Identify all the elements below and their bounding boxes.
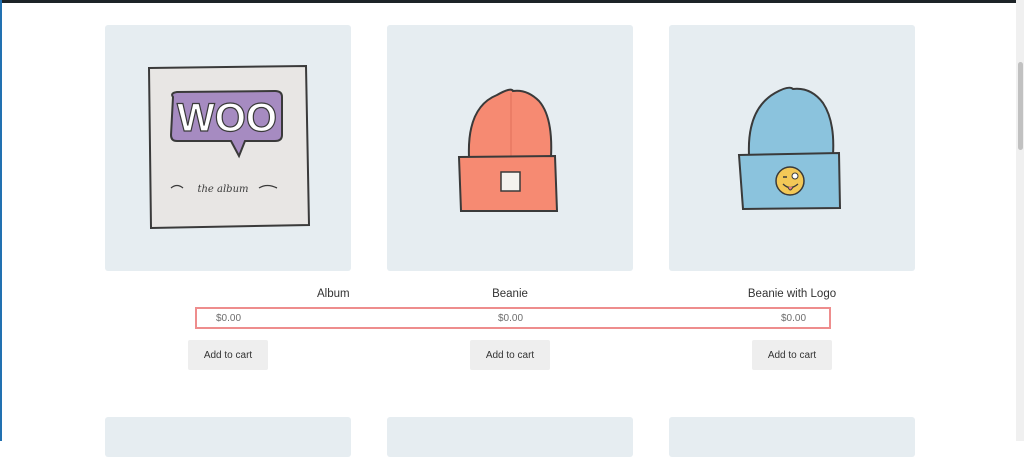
product-image-beanie[interactable]	[387, 25, 633, 271]
product-card-beanie-with-logo[interactable]	[669, 25, 915, 271]
album-illustration: WOO the album	[147, 64, 311, 230]
product-card-album[interactable]: WOO the album	[105, 25, 351, 271]
product-image-next-2[interactable]	[387, 417, 633, 457]
beanie-illustration	[457, 88, 559, 212]
album-subtitle-text: the album	[197, 184, 248, 195]
product-price-beanie: $0.00	[498, 313, 524, 324]
add-to-cart-button-beanie-with-logo[interactable]: Add to cart	[752, 340, 832, 370]
scrollbar[interactable]	[1016, 0, 1024, 441]
smiley-logo-icon	[775, 166, 805, 196]
product-price-album: $0.00	[216, 313, 242, 324]
product-title-album[interactable]: Album	[105, 288, 351, 300]
blue-beanie-illustration	[737, 86, 842, 211]
product-image-next-3[interactable]	[669, 417, 915, 457]
product-title-beanie-with-logo[interactable]: Beanie with Logo	[669, 288, 915, 300]
add-to-cart-button-album[interactable]: Add to cart	[188, 340, 268, 370]
product-card-beanie[interactable]	[387, 25, 633, 271]
product-image-next-1[interactable]	[105, 417, 351, 457]
product-price-beanie-with-logo: $0.00	[781, 313, 807, 324]
product-title-beanie[interactable]: Beanie	[387, 288, 633, 300]
scrollbar-thumb[interactable]	[1018, 62, 1023, 150]
album-brand-text: WOO	[177, 96, 277, 140]
add-to-cart-button-beanie[interactable]: Add to cart	[470, 340, 550, 370]
product-image-beanie-with-logo[interactable]	[669, 25, 915, 271]
admin-top-bar	[0, 0, 1024, 3]
product-image-album[interactable]: WOO the album	[105, 25, 351, 271]
left-edge-accent	[0, 0, 2, 441]
